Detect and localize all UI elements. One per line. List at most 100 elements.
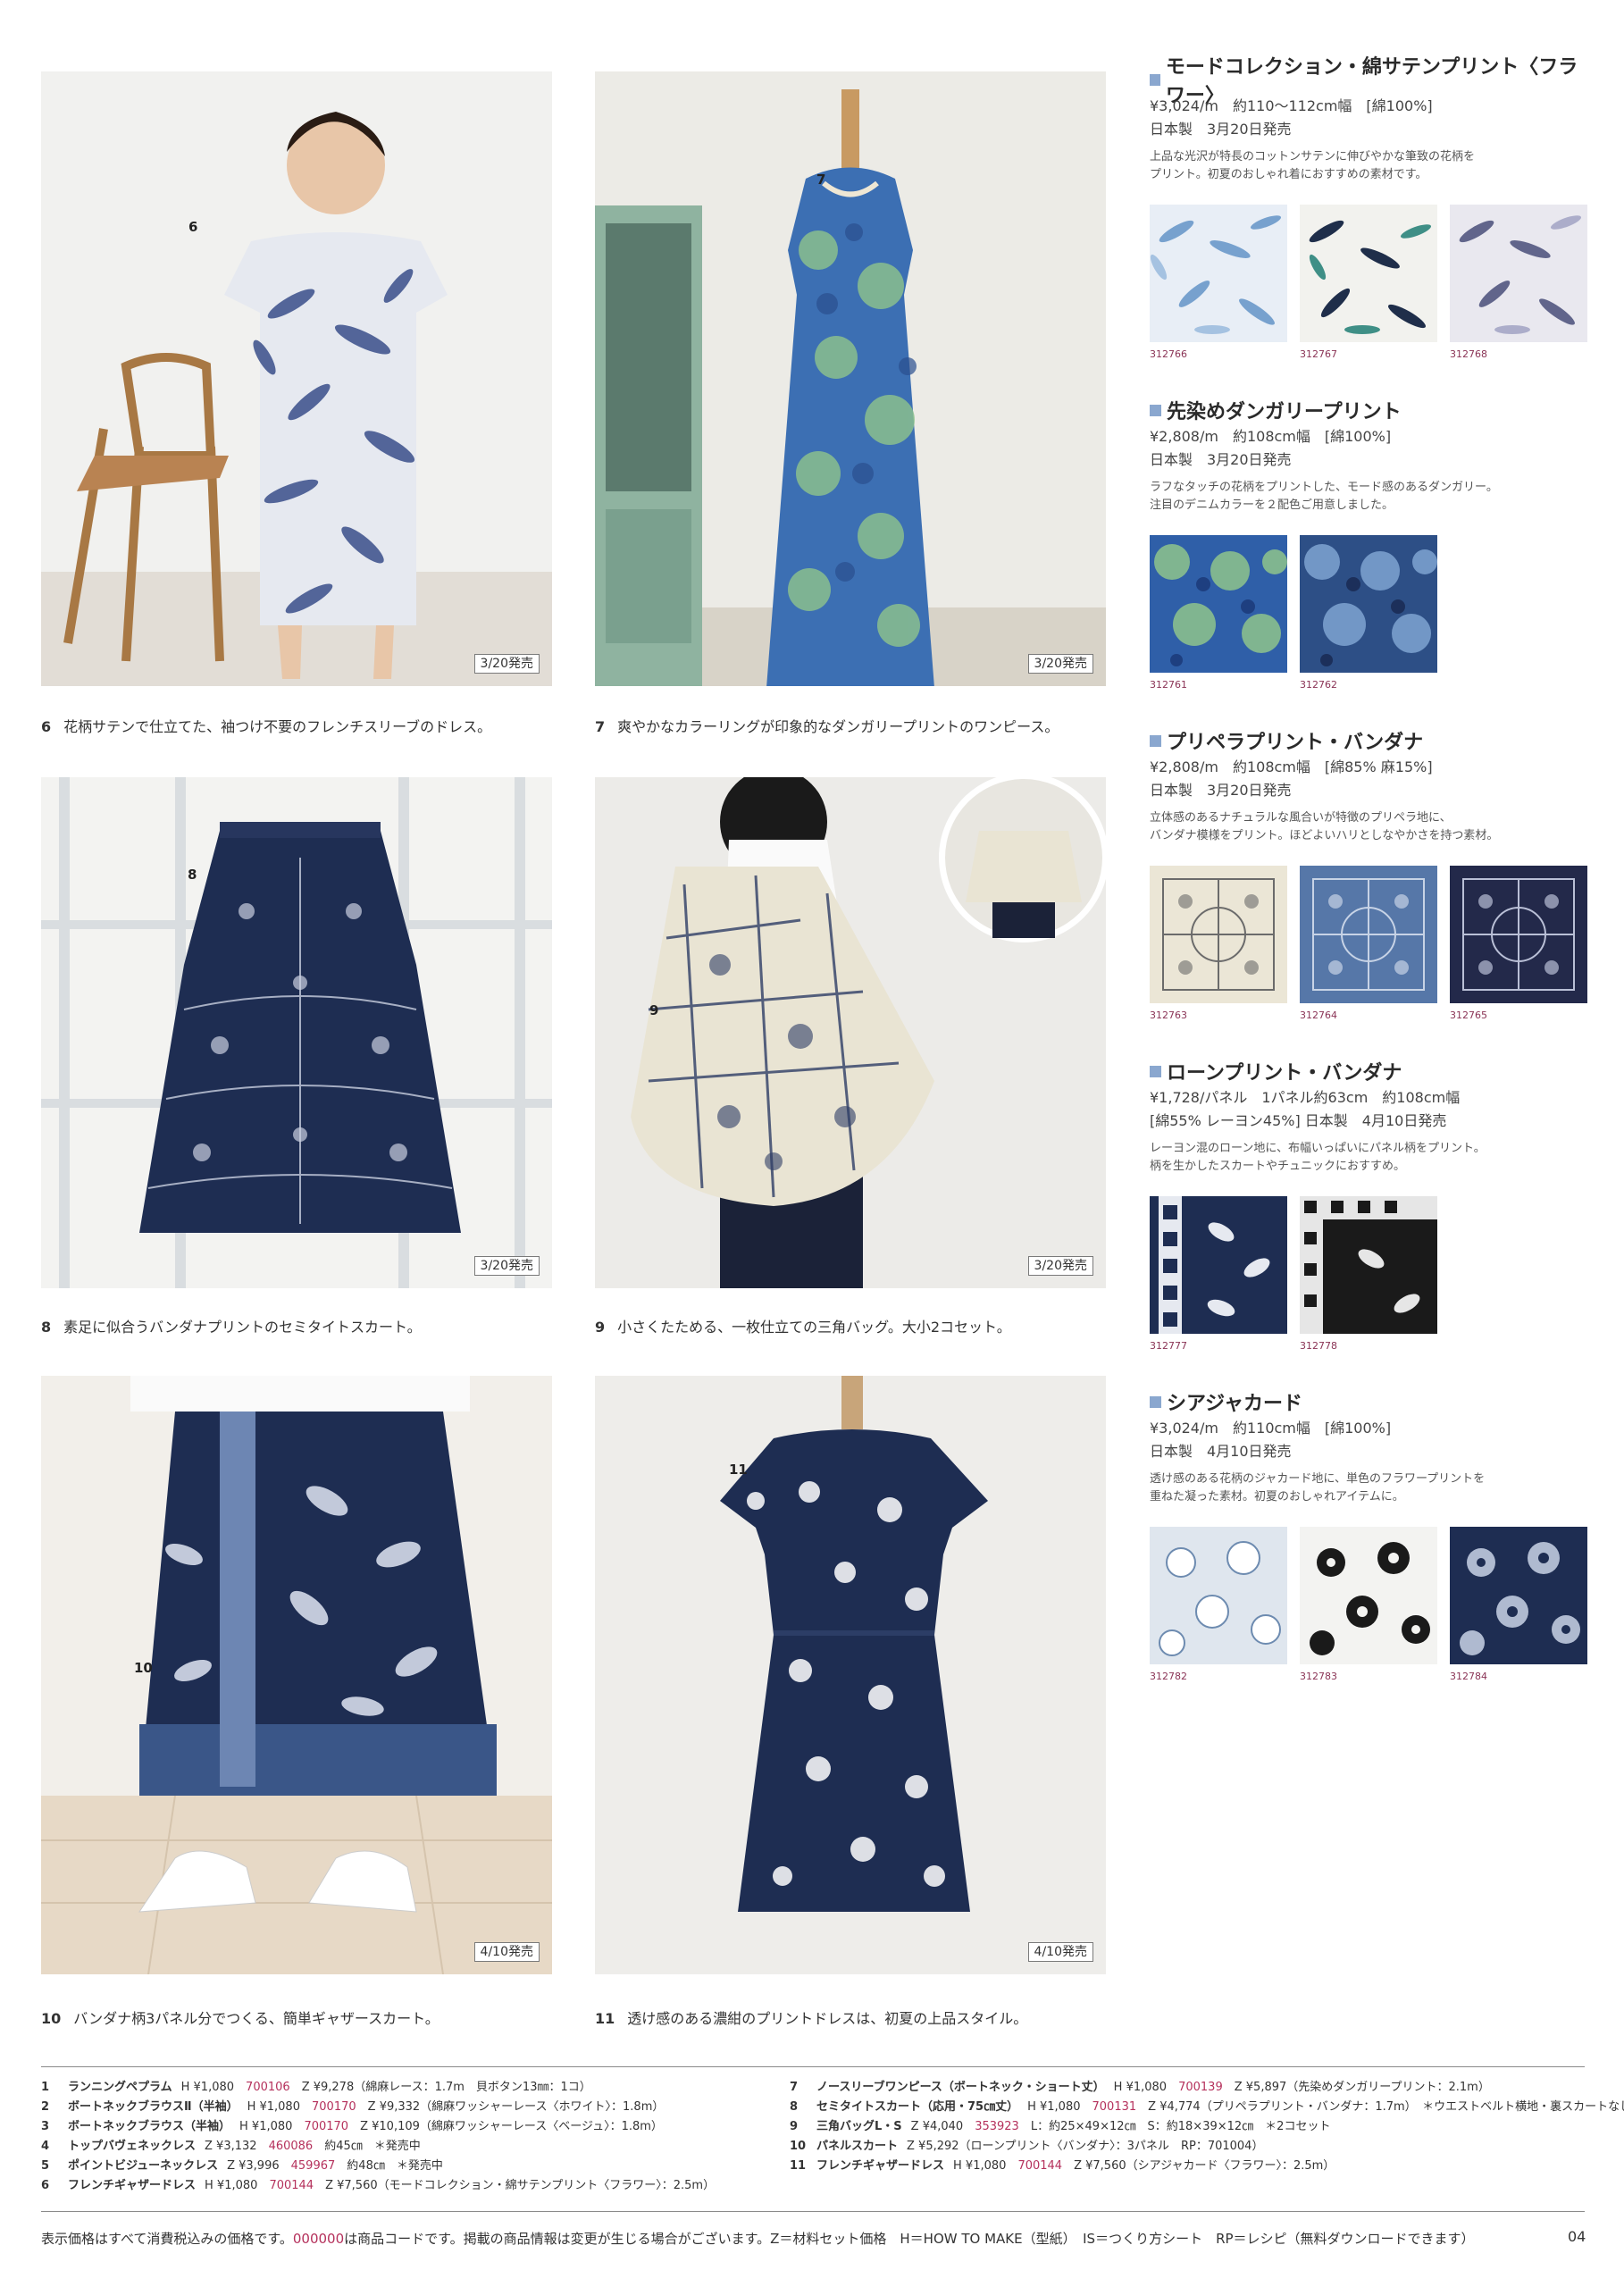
fabric-code: 312768 — [1450, 348, 1487, 360]
caption-text: 花柄サテンで仕立てた、袖つけ不要のフレンチスリーブのドレス。 — [63, 718, 492, 735]
fabric-code: 312764 — [1300, 1009, 1337, 1021]
photo-6-floral-dress: 6 3/20発売 — [41, 71, 552, 686]
photo-8-bandana-skirt: 8 3/20発売 — [41, 777, 552, 1288]
item-row: 3 ボートネックブラウス（半袖） H ¥1,080 700170 Z ¥10,109… — [41, 2120, 663, 2133]
fabric-title: 先染めダンガリープリント — [1150, 397, 1596, 423]
fabric-description: 透け感のある花柄のジャカード地に、単色のフラワープリントを 重ねた凝った素材。初夏… — [1150, 1472, 1486, 1504]
photo-9-image — [595, 777, 1106, 1288]
fabric-code: 312767 — [1300, 348, 1337, 360]
fabric-code: 312783 — [1300, 1671, 1337, 1682]
caption-text: 爽やかなカラーリングが印象的なダンガリープリントのワンピース。 — [617, 718, 1059, 735]
fabric-title: モードコレクション・綿サテンプリント〈フラワー〉 — [1150, 56, 1596, 107]
photo-7-image — [595, 71, 1106, 686]
item-list-right: 7 ノースリーブワンピース（ボートネック・ショート丈） H ¥1,080 70013… — [790, 2078, 1624, 2176]
release-date-badge: 3/20発売 — [473, 1256, 540, 1276]
caption-8: 8 素足に似合うバンダナプリントのセミタイトスカート。 — [41, 1315, 422, 1336]
item-row: 8 セミタイトスカート（応用・75㎝丈） H ¥1,080 700131 Z ¥4,… — [790, 2100, 1624, 2114]
caption-text: バンダナ柄3パネル分でつくる、簡単ギャザースカート。 — [73, 2010, 439, 2027]
caption-text: 小さくたためる、一枚仕立ての三角バッグ。大小2コセット。 — [617, 1319, 1011, 1336]
photo-number: 11 — [729, 1462, 748, 1478]
fabric-code: 312777 — [1150, 1340, 1187, 1352]
photo-number: 8 — [188, 867, 197, 883]
item-row: 2 ボートネックブラウスⅡ（半袖） H ¥1,080 700170 Z ¥9,332… — [41, 2100, 665, 2114]
footer-note: 表示価格はすべて消費税込みの価格です。000000は商品コードです。掲載の商品情… — [41, 2231, 1475, 2247]
caption-10: 10 バンダナ柄3パネル分でつくる、簡単ギャザースカート。 — [41, 2006, 439, 2028]
photo-10-panel-skirt: 10 4/10発売 — [41, 1376, 552, 1974]
photo-number: 6 — [188, 219, 198, 235]
fabric-origin: 日本製 3月20日発売 — [1150, 451, 1292, 468]
release-date-badge: 3/20発売 — [1027, 1256, 1093, 1276]
swatch-312763 — [1150, 866, 1287, 1003]
swatch-312766 — [1150, 205, 1287, 342]
photo-number: 9 — [649, 1002, 659, 1018]
photo-8-image — [41, 777, 552, 1288]
fabric-section-sheer-jacquard: シアジャカード ¥3,024/m 約110cm幅 [綿100%] 日本製 4月1… — [1150, 1388, 1596, 1506]
swatch-312761 — [1150, 535, 1287, 673]
release-date-badge: 4/10発売 — [473, 1942, 540, 1962]
release-date-badge: 3/20発売 — [473, 654, 540, 674]
swatch-312765 — [1450, 866, 1587, 1003]
divider-bottom — [41, 2211, 1585, 2212]
caption-6: 6 花柄サテンで仕立てた、袖つけ不要のフレンチスリーブのドレス。 — [41, 715, 491, 736]
photo-10-image — [41, 1376, 552, 1974]
fabric-code: 312766 — [1150, 348, 1187, 360]
fabric-origin: 日本製 3月20日発売 — [1150, 782, 1292, 799]
swatch-312768 — [1450, 205, 1587, 342]
fabric-price: ¥2,808/m 約108cm幅 [綿85% 麻15%] — [1150, 758, 1433, 775]
caption-text: 素足に似合うバンダナプリントのセミタイトスカート。 — [63, 1319, 422, 1336]
fabric-price: ¥2,808/m 約108cm幅 [綿100%] — [1150, 428, 1392, 445]
fabric-code: 312761 — [1150, 679, 1187, 691]
item-row: 5 ポイントビジューネックレス Z ¥3,996 459967 約48㎝ ＊発売中 — [41, 2159, 443, 2173]
photo-9-triangle-bag: 9 3/20発売 — [595, 777, 1106, 1288]
item-row: 6 フレンチギャザードレス H ¥1,080 700144 Z ¥7,560（モード… — [41, 2179, 716, 2192]
caption-number: 10 — [41, 2010, 62, 2027]
photo-number: 7 — [816, 172, 826, 188]
swatch-312764 — [1300, 866, 1437, 1003]
photo-number: 10 — [134, 1660, 153, 1676]
square-bullet-icon — [1150, 1395, 1161, 1408]
caption-number: 6 — [41, 718, 52, 735]
fabric-origin: 日本製 4月10日発売 — [1150, 1443, 1292, 1460]
square-bullet-icon — [1150, 1065, 1161, 1077]
item-row: 11 フレンチギャザードレス H ¥1,080 700144 Z ¥7,560（シア… — [790, 2159, 1335, 2173]
fabric-description: 立体感のあるナチュラルな風合いが特徴のプリペラ地に、 バンダナ模様をプリント。ほど… — [1150, 811, 1499, 842]
fabric-code: 312765 — [1450, 1009, 1487, 1021]
fabric-section-lawn: ローンプリント・バンダナ ¥1,728/パネル 1パネル約63cm 約108cm… — [1150, 1058, 1596, 1176]
release-date-badge: 4/10発売 — [1027, 1942, 1093, 1962]
swatch-312784 — [1450, 1527, 1587, 1664]
fabric-title: ローンプリント・バンダナ — [1150, 1058, 1596, 1085]
fabric-price: ¥3,024/m 約110cm幅 [綿100%] — [1150, 1420, 1392, 1437]
fabric-section-dungaree: 先染めダンガリープリント ¥2,808/m 約108cm幅 [綿100%] 日本… — [1150, 397, 1596, 515]
fabric-title: プリペラプリント・バンダナ — [1150, 727, 1596, 754]
photo-7-sleeveless-dress: 7 3/20発売 — [595, 71, 1106, 686]
caption-number: 9 — [595, 1319, 606, 1336]
page-number: 04 — [1568, 2228, 1586, 2245]
fabric-title: シアジャカード — [1150, 1388, 1596, 1415]
fabric-code: 312762 — [1300, 679, 1337, 691]
square-bullet-icon — [1150, 734, 1161, 747]
fabric-section-mode-collection: モードコレクション・綿サテンプリント〈フラワー〉 ¥3,024/m 約110〜1… — [1150, 56, 1596, 184]
fabric-description: 上品な光沢が特長のコットンサテンに伸びやかな筆致の花柄を プリント。初夏のおしゃれ… — [1150, 150, 1476, 181]
fabric-description: レーヨン混のローン地に、布幅いっぱいにパネル柄をプリント。 柄を生かしたスカートや… — [1150, 1142, 1486, 1173]
fabric-description: ラフなタッチの花柄をプリントした、モード感のあるダンガリー。 注目のデニムカラーを… — [1150, 481, 1498, 512]
item-list-left: 1 ランニングペプラム H ¥1,080 700106 Z ¥9,278（綿麻レース… — [41, 2078, 715, 2196]
item-row: 9 三角バッグL・S Z ¥4,040 353923 L：約25×49×12㎝ S：… — [790, 2120, 1331, 2133]
photo-11-print-dress: 11 4/10発売 — [595, 1376, 1106, 1974]
caption-7: 7 爽やかなカラーリングが印象的なダンガリープリントのワンピース。 — [595, 715, 1059, 736]
caption-9: 9 小さくたためる、一枚仕立ての三角バッグ。大小2コセット。 — [595, 1315, 1011, 1336]
fabric-price: ¥1,728/パネル 1パネル約63cm 約108cm幅 — [1150, 1089, 1461, 1106]
fabric-code: 312778 — [1300, 1340, 1337, 1352]
caption-number: 11 — [595, 2010, 615, 2027]
caption-number: 8 — [41, 1319, 52, 1336]
caption-number: 7 — [595, 718, 606, 735]
square-bullet-icon — [1150, 73, 1160, 86]
fabric-origin: [綿55% レーヨン45%] 日本製 4月10日発売 — [1150, 1112, 1447, 1129]
photo-11-image — [595, 1376, 1106, 1974]
swatch-312778 — [1300, 1196, 1437, 1334]
fabric-code: 312763 — [1150, 1009, 1187, 1021]
swatch-312777 — [1150, 1196, 1287, 1334]
caption-11: 11 透け感のある濃紺のプリントドレスは、初夏の上品スタイル。 — [595, 2006, 1027, 2028]
fabric-section-puripera: プリペラプリント・バンダナ ¥2,808/m 約108cm幅 [綿85% 麻15… — [1150, 727, 1596, 845]
swatch-312762 — [1300, 535, 1437, 673]
release-date-badge: 3/20発売 — [1027, 654, 1093, 674]
